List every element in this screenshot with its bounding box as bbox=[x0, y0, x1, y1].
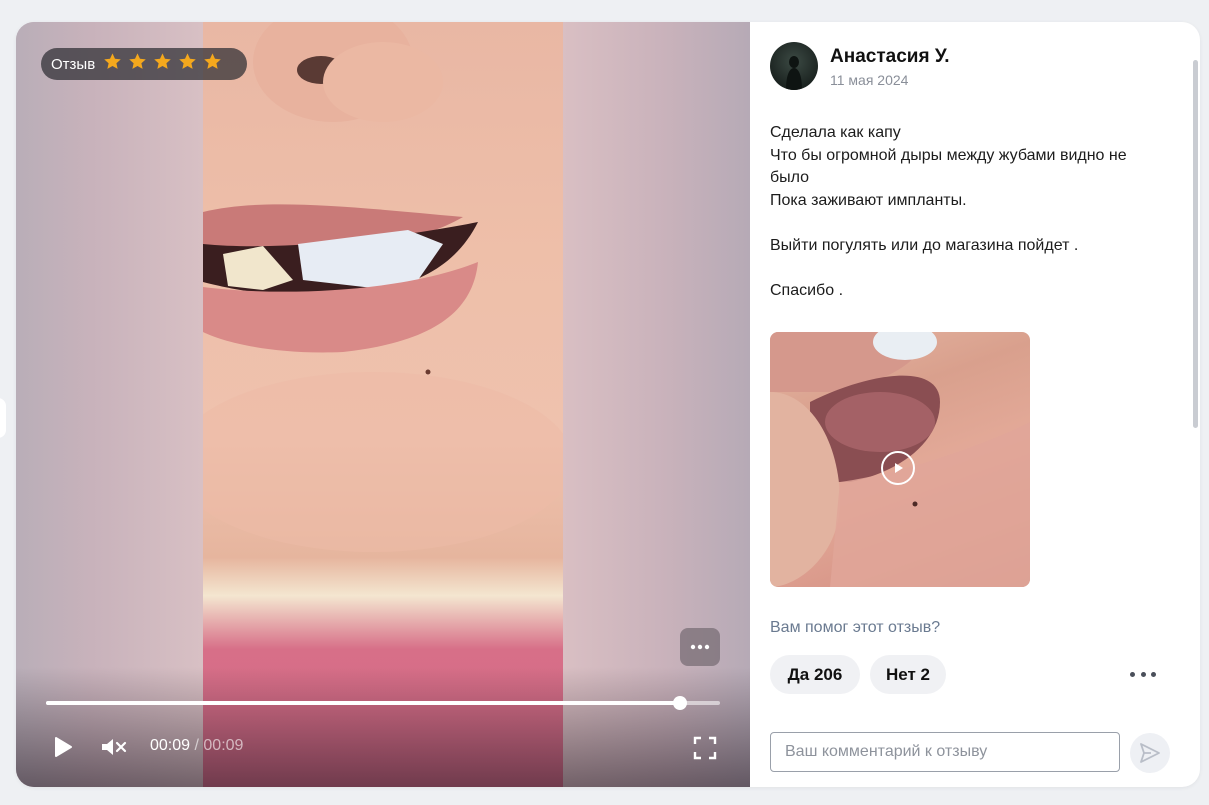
review-line: Выйти погулять или до магазина пойдет . bbox=[770, 236, 1079, 254]
mute-icon bbox=[102, 739, 127, 755]
star-icon bbox=[179, 53, 196, 69]
avatar-image bbox=[786, 56, 802, 90]
avatar[interactable] bbox=[770, 42, 818, 90]
review-text: Сделала как капу Что бы огромной дыры ме… bbox=[770, 122, 1170, 302]
send-comment-button[interactable] bbox=[1130, 733, 1170, 773]
review-more-button[interactable] bbox=[1130, 667, 1156, 681]
review-date: 11 мая 2024 bbox=[830, 72, 909, 88]
play-button[interactable] bbox=[52, 736, 74, 763]
vote-no-button[interactable]: Нет 2 bbox=[870, 655, 946, 694]
fullscreen-button[interactable] bbox=[693, 736, 717, 765]
scrollbar[interactable] bbox=[1193, 60, 1198, 428]
rating-label: Отзыв bbox=[51, 55, 96, 73]
author-name[interactable]: Анастасия У. bbox=[830, 46, 950, 68]
prev-slide-edge[interactable] bbox=[0, 398, 6, 438]
helpful-question: Вам помог этот отзыв? bbox=[770, 619, 941, 636]
rating-badge: Отзыв bbox=[41, 48, 247, 80]
play-icon bbox=[55, 737, 72, 757]
video-player[interactable]: Отзыв 00:09 / 00:09 bbox=[16, 22, 750, 787]
mute-button[interactable] bbox=[101, 737, 127, 762]
thumbnail-play-button[interactable] bbox=[881, 451, 915, 485]
vote-yes-button[interactable]: Да 206 bbox=[770, 655, 860, 694]
review-line: Спасибо . bbox=[770, 281, 844, 299]
star-icon bbox=[154, 53, 171, 69]
more-icon-dot bbox=[1140, 671, 1146, 677]
review-card: Отзыв 00:09 / 00:09 Анастасия У. 11 мая … bbox=[16, 22, 1200, 787]
rating-stars bbox=[103, 52, 228, 76]
send-icon bbox=[1140, 743, 1160, 763]
progress-fill bbox=[46, 701, 680, 705]
more-icon-dot bbox=[1151, 671, 1156, 677]
fullscreen-icon bbox=[693, 736, 717, 760]
comment-input[interactable] bbox=[770, 732, 1120, 772]
current-time: 00:09 bbox=[150, 737, 191, 754]
review-line bbox=[770, 212, 1170, 235]
more-icon-dot bbox=[1130, 671, 1135, 677]
review-panel: Анастасия У. 11 мая 2024 Сделала как кап… bbox=[750, 22, 1200, 787]
time-separator: / bbox=[190, 737, 204, 754]
progress-bar[interactable] bbox=[46, 696, 720, 710]
more-icon bbox=[690, 644, 710, 650]
review-line: Что бы огромной дыры между жубами видно … bbox=[770, 146, 1127, 187]
progress-handle[interactable] bbox=[672, 696, 687, 710]
play-icon bbox=[895, 463, 903, 473]
video-controls-shade bbox=[16, 667, 750, 787]
time-display: 00:09 / 00:09 bbox=[150, 737, 243, 755]
review-line: Сделала как капу bbox=[770, 124, 901, 141]
duration: 00:09 bbox=[203, 737, 244, 754]
attached-video-thumbnail[interactable] bbox=[770, 332, 1030, 587]
review-line bbox=[770, 257, 1170, 280]
review-line: Пока заживают импланты. bbox=[770, 191, 967, 209]
video-more-button[interactable] bbox=[680, 628, 720, 666]
star-icon bbox=[204, 53, 221, 69]
star-icon bbox=[104, 53, 121, 69]
star-icon bbox=[129, 53, 146, 69]
